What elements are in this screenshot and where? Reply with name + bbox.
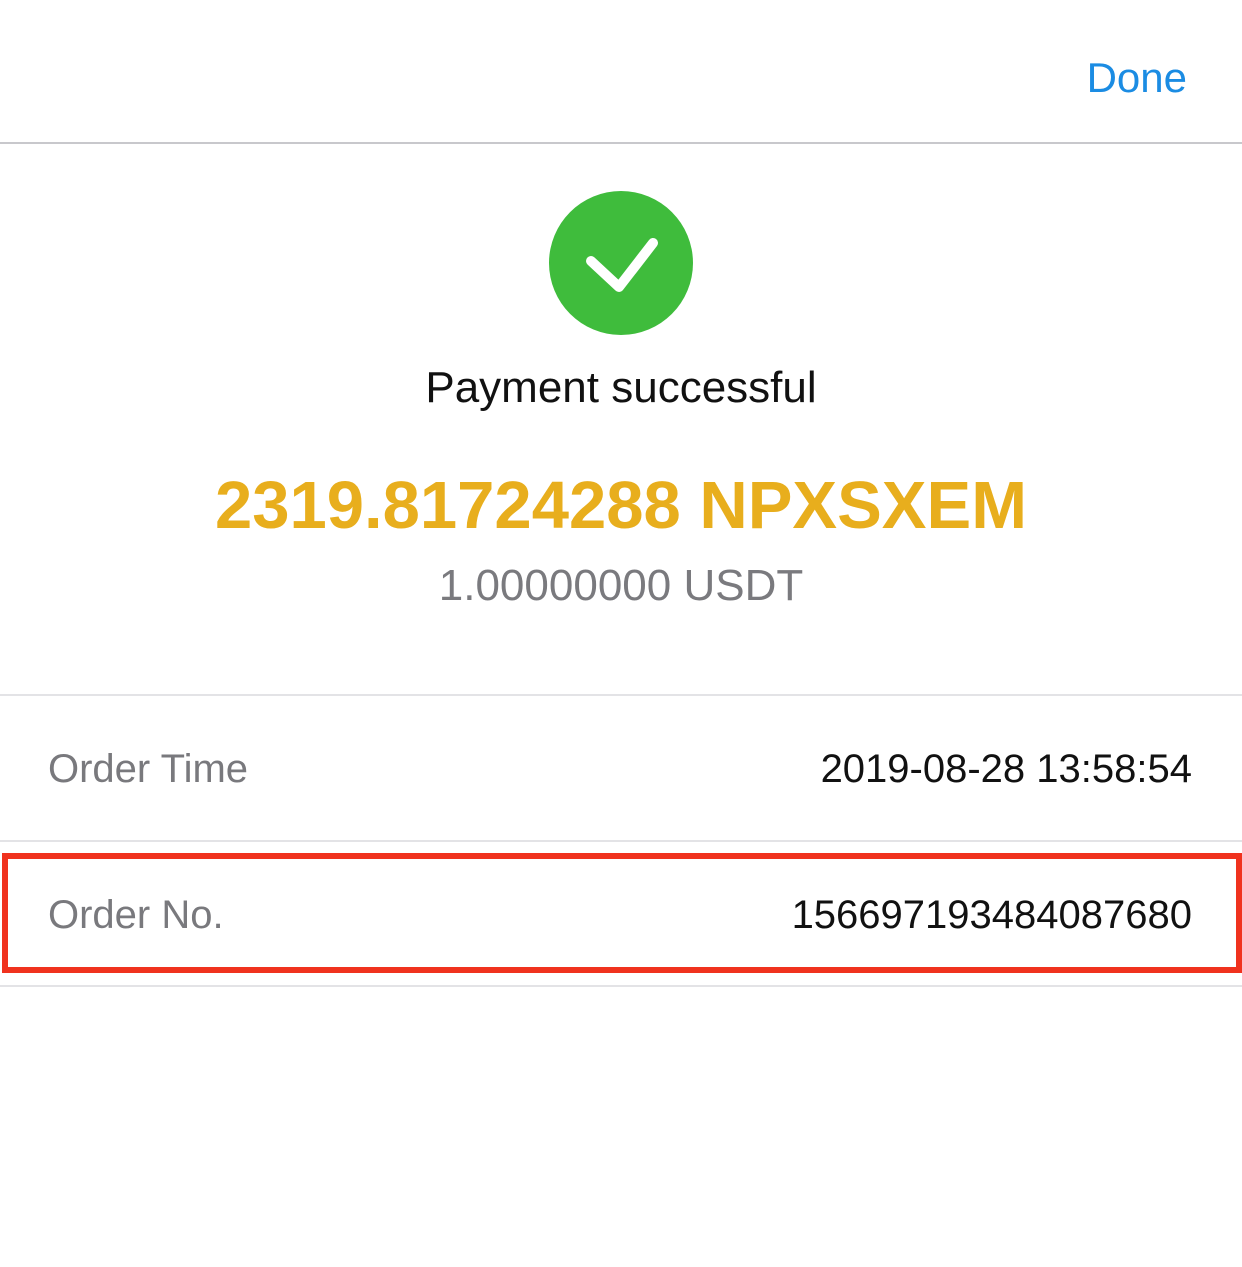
crypto-amount: 2319.81724288 NPXSXEM	[214, 468, 1027, 543]
checkmark-circle-icon	[549, 191, 693, 335]
divider	[0, 694, 1242, 696]
order-time-row: Order Time 2019-08-28 13:58:54	[0, 697, 1242, 841]
nav-bar: Done	[0, 0, 1242, 144]
divider	[0, 985, 1242, 987]
order-time-value: 2019-08-28 13:58:54	[820, 747, 1192, 791]
order-time-label: Order Time	[48, 747, 249, 791]
divider	[0, 840, 1242, 842]
done-button[interactable]: Done	[1087, 52, 1187, 104]
order-no-value: 156697193484087680	[791, 893, 1192, 937]
order-no-row: Order No. 156697193484087680	[0, 843, 1242, 987]
usdt-amount: 1.00000000 USDT	[438, 561, 804, 610]
order-no-label: Order No.	[48, 893, 224, 937]
status-title: Payment successful	[425, 363, 817, 412]
